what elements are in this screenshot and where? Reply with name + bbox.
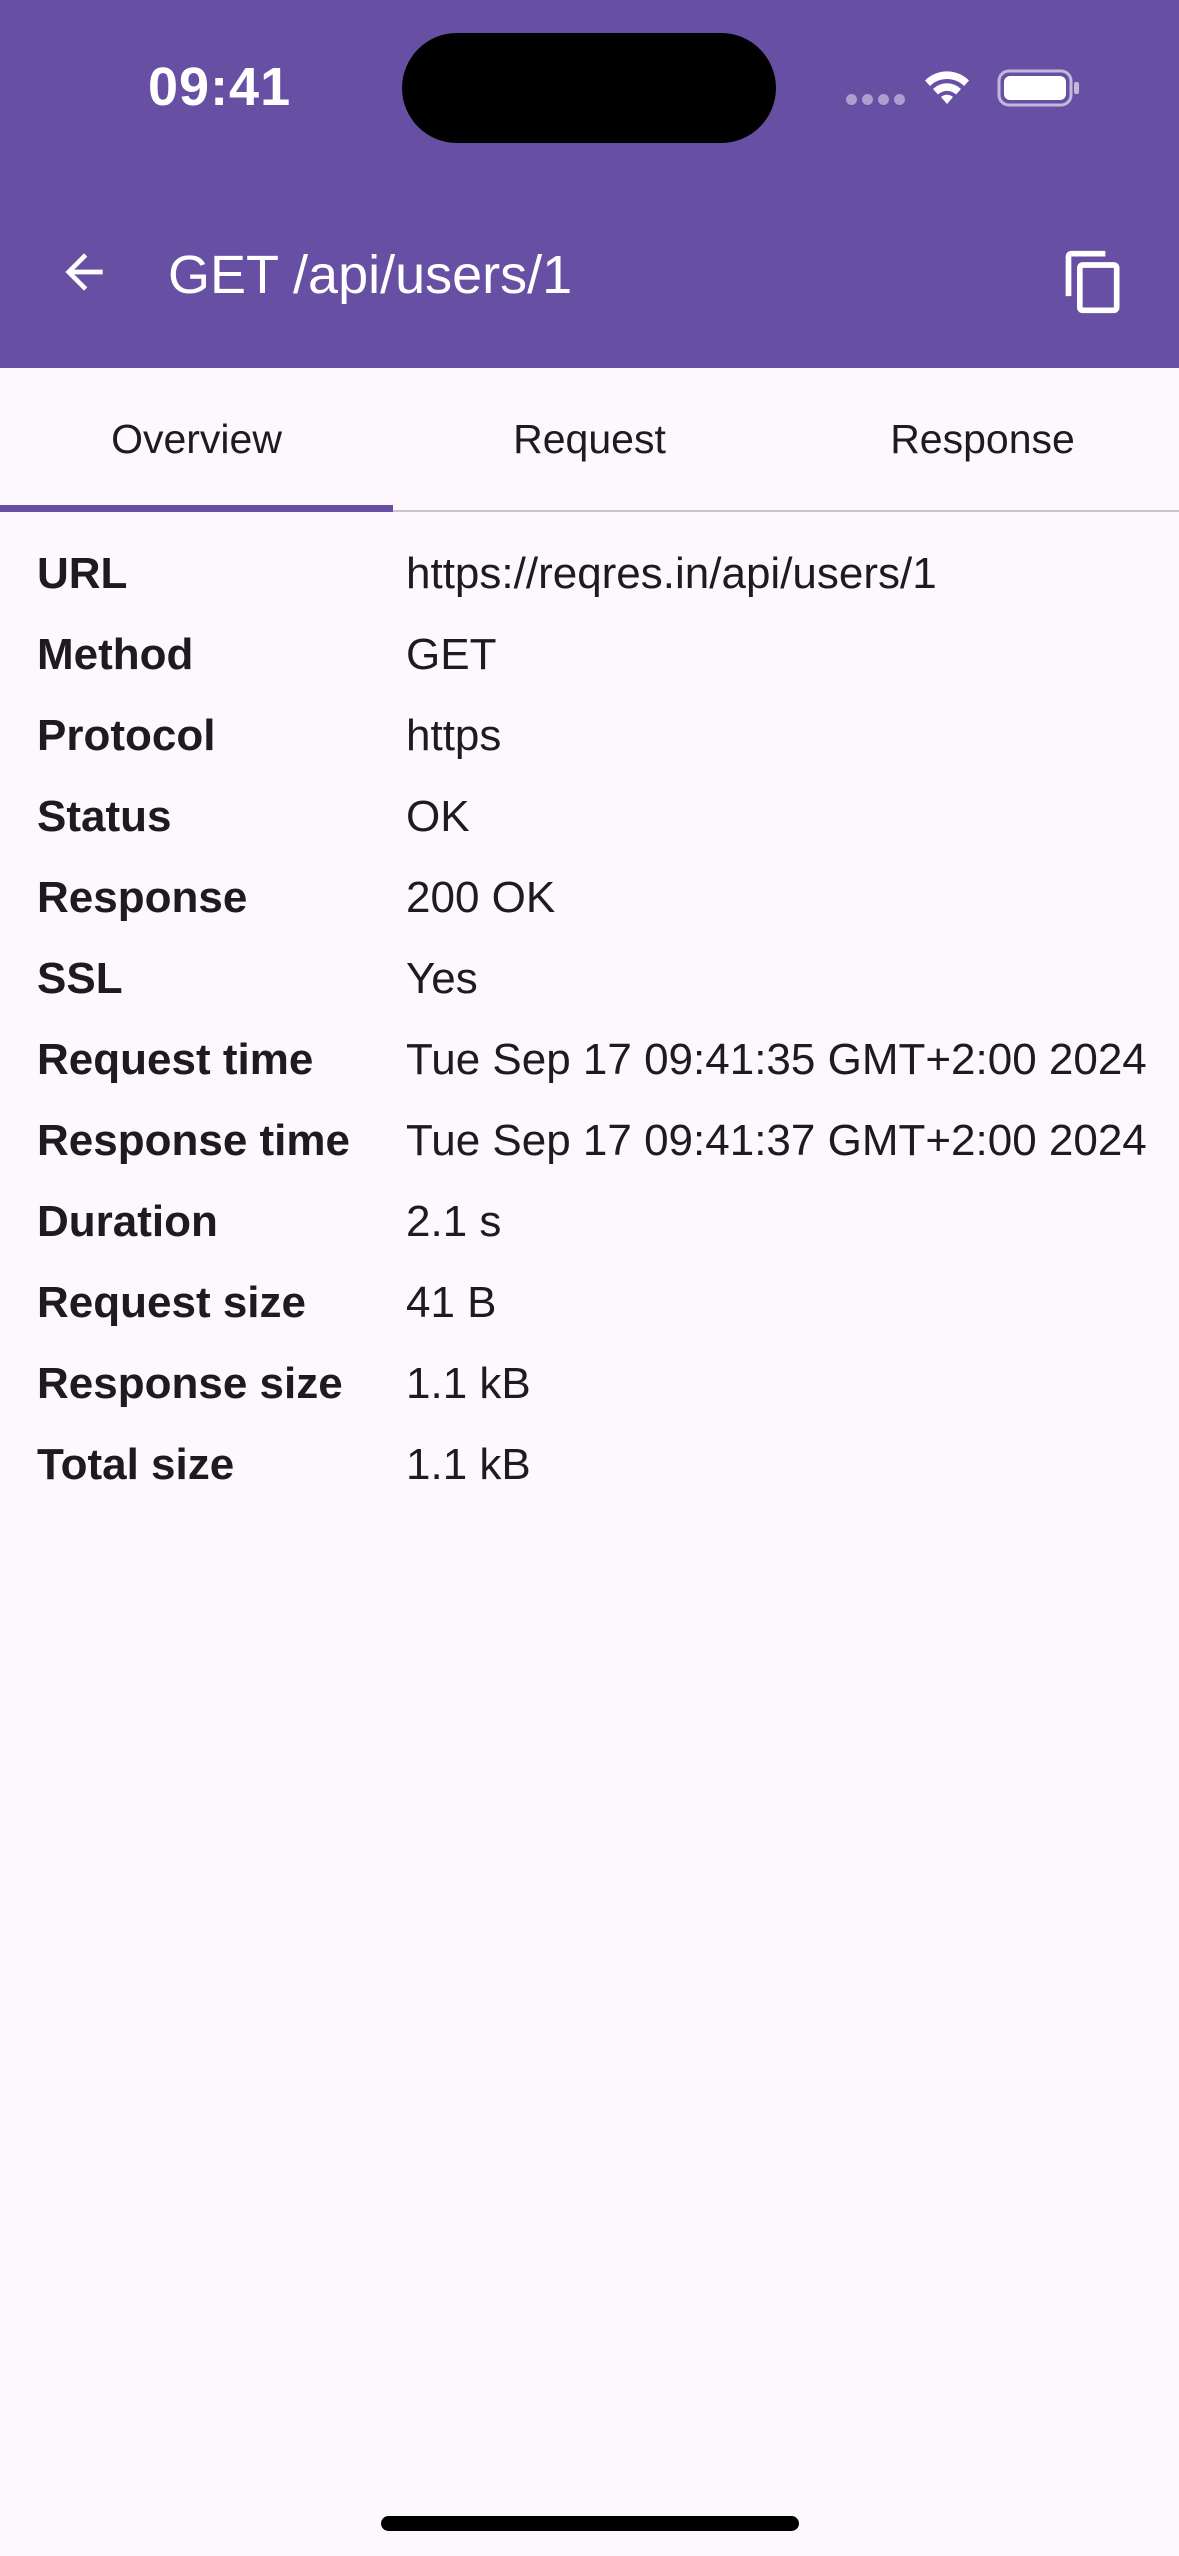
detail-label: Response	[37, 873, 248, 922]
battery-icon	[997, 68, 1081, 108]
page-title: GET /api/users/1	[168, 245, 573, 305]
copy-button[interactable]	[1044, 234, 1144, 334]
detail-label: Request size	[37, 1278, 306, 1327]
status-time: 09:41	[148, 57, 292, 117]
detail-row-duration: Duration 2.1 s	[37, 1193, 1147, 1250]
detail-row-response-time: Response time Tue Sep 17 09:41:37 GMT+2:…	[37, 1112, 1147, 1169]
detail-value: https://reqres.in/api/users/1	[406, 549, 937, 598]
detail-value: 41 B	[406, 1278, 497, 1327]
detail-row-status: Status OK	[37, 788, 1147, 845]
detail-row-response-size: Response size 1.1 kB	[37, 1355, 1147, 1412]
tab-request[interactable]: Request	[393, 368, 786, 510]
detail-value: 1.1 kB	[406, 1359, 531, 1408]
detail-label: SSL	[37, 954, 123, 1003]
detail-value: Yes	[406, 954, 478, 1003]
detail-value: 1.1 kB	[406, 1440, 531, 1489]
detail-label: Response time	[37, 1116, 350, 1165]
detail-label: URL	[37, 549, 128, 598]
detail-row-protocol: Protocol https	[37, 707, 1147, 764]
detail-value: Tue Sep 17 09:41:37 GMT+2:00 2024	[406, 1116, 1147, 1165]
detail-value: 200 OK	[406, 873, 556, 922]
app-bar: GET /api/users/1	[0, 196, 1179, 368]
cellular-signal-icon	[846, 94, 906, 106]
detail-label: Response size	[37, 1359, 343, 1408]
detail-value: OK	[406, 792, 470, 841]
app-header: 09:41 GET /api/users/1	[0, 0, 1179, 368]
copy-icon	[1060, 248, 1128, 321]
back-button[interactable]	[36, 226, 132, 322]
tab-overview[interactable]: Overview	[0, 368, 393, 512]
wifi-icon	[922, 66, 972, 106]
detail-row-total-size: Total size 1.1 kB	[37, 1436, 1147, 1493]
detail-label: Duration	[37, 1197, 218, 1246]
detail-label: Total size	[37, 1440, 235, 1489]
detail-row-request-size: Request size 41 B	[37, 1274, 1147, 1331]
detail-value: https	[406, 711, 502, 760]
detail-value: 2.1 s	[406, 1197, 502, 1246]
arrow-back-icon	[56, 244, 112, 305]
detail-label: Protocol	[37, 711, 216, 760]
home-indicator[interactable]	[381, 2516, 799, 2531]
detail-row-method: Method GET	[37, 626, 1147, 683]
detail-label: Method	[37, 630, 194, 679]
detail-row-url: URL https://reqres.in/api/users/1	[37, 545, 1147, 602]
detail-row-ssl: SSL Yes	[37, 950, 1147, 1007]
detail-value: Tue Sep 17 09:41:35 GMT+2:00 2024	[406, 1035, 1147, 1084]
tab-response[interactable]: Response	[786, 368, 1179, 510]
detail-label: Status	[37, 792, 172, 841]
dynamic-island	[402, 33, 776, 143]
detail-value: GET	[406, 630, 497, 679]
detail-row-response: Response 200 OK	[37, 869, 1147, 926]
overview-details: URL https://reqres.in/api/users/1 Method…	[37, 545, 1147, 1517]
detail-row-request-time: Request time Tue Sep 17 09:41:35 GMT+2:0…	[37, 1031, 1147, 1088]
detail-label: Request time	[37, 1035, 314, 1084]
tab-bar: Overview Request Response	[0, 368, 1179, 512]
